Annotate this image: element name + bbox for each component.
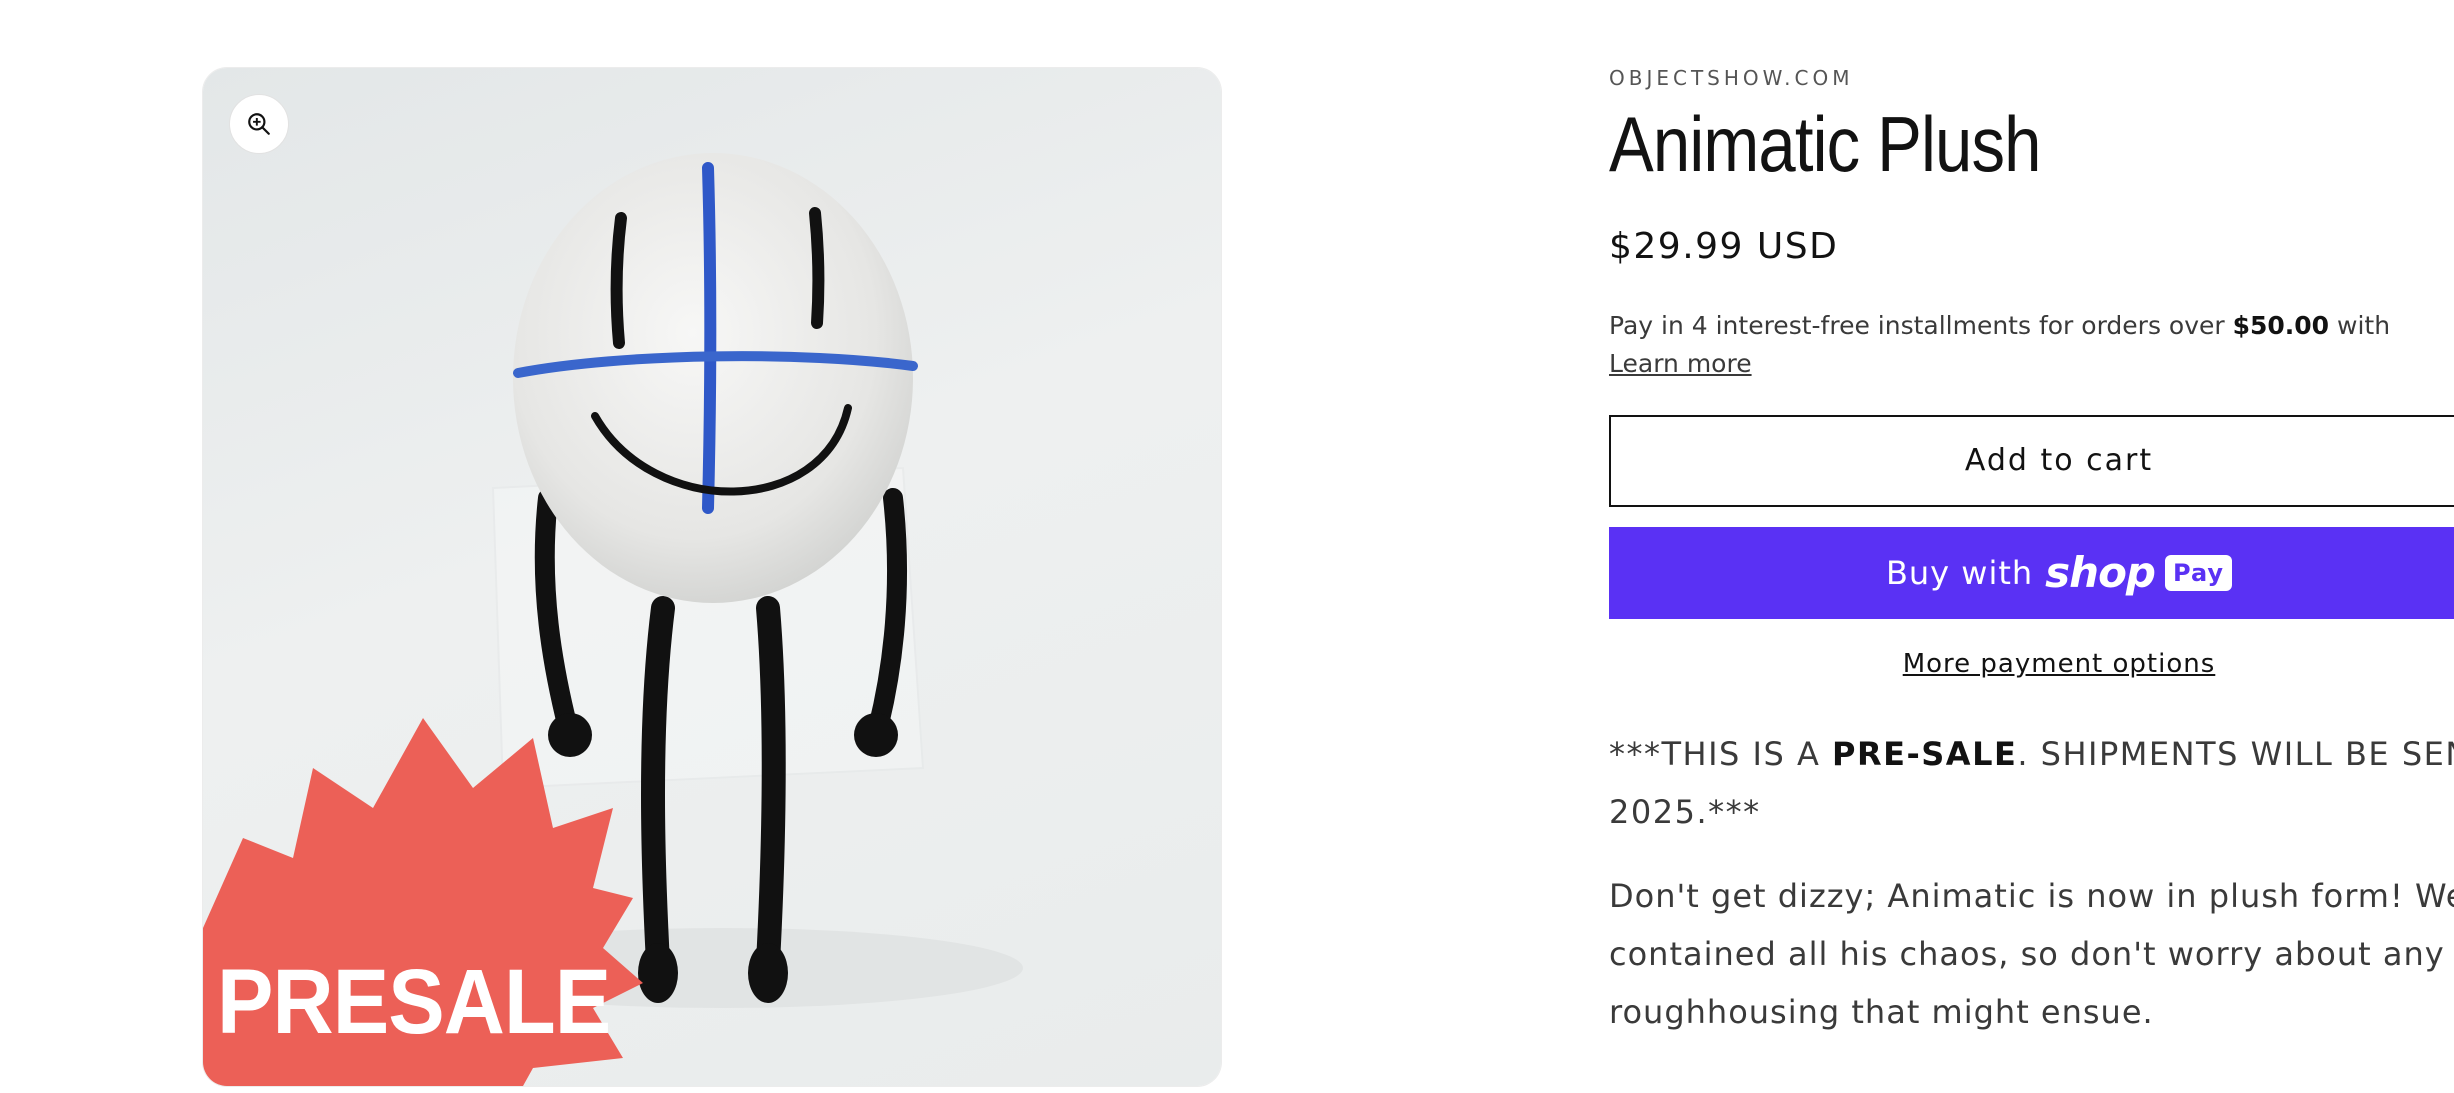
presale-bold: PRE-SALE xyxy=(1832,734,2018,773)
presale-badge-text: PRESALE xyxy=(217,951,611,1053)
product-price: $29.99 USD xyxy=(1609,225,1839,267)
installments-text: Pay in 4 interest-free installments for … xyxy=(1609,310,2233,340)
description-line: roughhousing that might ensue. xyxy=(1609,992,2154,1031)
zoom-in-icon xyxy=(248,113,270,135)
vendor-label: OBJECTSHOW.COM xyxy=(1609,66,1854,90)
product-title: Animatic Plush xyxy=(1609,100,2041,188)
add-to-cart-button[interactable]: Add to cart xyxy=(1609,414,2454,507)
product-description: Don't get dizzy; Animatic is now in plus… xyxy=(1609,867,2454,1041)
product-image[interactable]: PRESALE xyxy=(203,68,1221,1086)
shop-logo: shop xyxy=(2045,548,2156,598)
presale-prefix: ***THIS IS A xyxy=(1609,734,1833,773)
product-info: OBJECTSHOW.COM Animatic Plush $29.99 USD… xyxy=(1609,66,2454,1041)
zoom-button[interactable] xyxy=(229,94,289,154)
installments-amount: $50.00 xyxy=(2232,310,2330,340)
pay-badge: Pay xyxy=(2165,554,2233,591)
presale-line2: 2025.*** xyxy=(1609,792,1761,831)
learn-more-link[interactable]: Learn more xyxy=(1609,349,1752,378)
installments-message: Pay in 4 interest-free installments for … xyxy=(1609,307,2454,383)
presale-suffix: . SHIPMENTS WILL BE SENT xyxy=(2017,734,2454,773)
shop-pay-button[interactable]: Buy with shop Pay xyxy=(1609,526,2454,619)
presale-notice: ***THIS IS A PRE-SALE. SHIPMENTS WILL BE… xyxy=(1609,725,2454,841)
more-payment-options-link[interactable]: More payment options xyxy=(1609,649,2454,679)
buy-with-label: Buy with xyxy=(1885,553,2034,592)
installments-suffix: with xyxy=(2329,310,2391,340)
description-line: contained all his chaos, so don't worry … xyxy=(1609,934,2445,973)
description-line: Don't get dizzy; Animatic is now in plus… xyxy=(1609,876,2454,915)
plush-photo xyxy=(203,153,1023,1086)
